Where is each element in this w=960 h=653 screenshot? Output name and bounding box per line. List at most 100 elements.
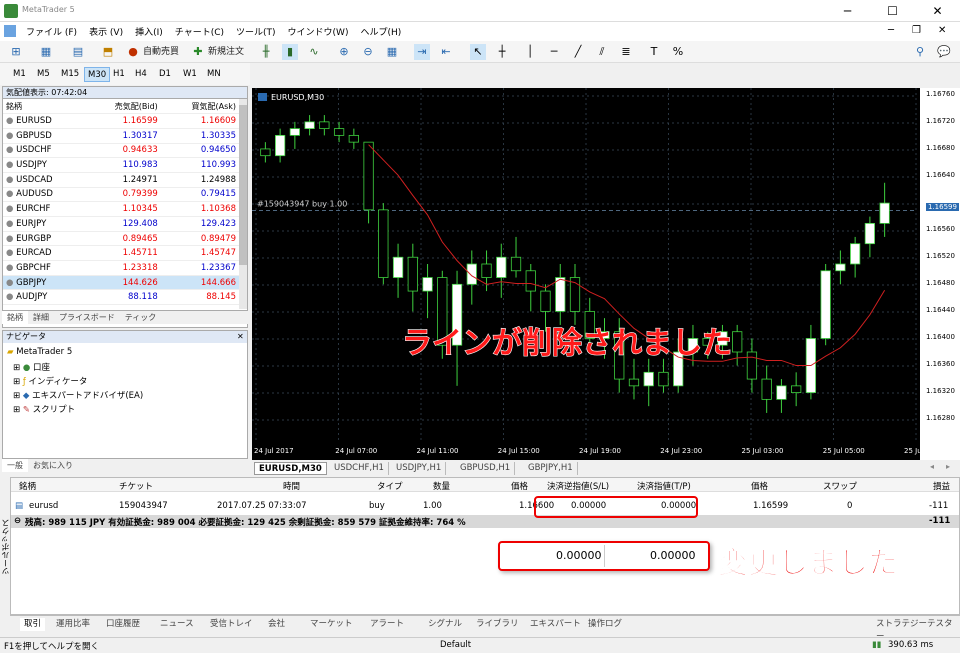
market-watch-row[interactable]: ● EURCAD 1.45711 1.45747 bbox=[3, 245, 239, 262]
timeframe-h4[interactable]: H4 bbox=[132, 67, 150, 82]
timeframe-m15[interactable]: M15 bbox=[58, 67, 82, 82]
col-header[interactable]: 価格 bbox=[751, 480, 768, 492]
market-watch-row[interactable]: ● USDJPY 110.983 110.993 bbox=[3, 157, 239, 173]
col-header[interactable]: 決済逆指値(S/L) bbox=[547, 480, 609, 492]
market-watch-icon[interactable]: ▤ bbox=[70, 44, 86, 60]
market-watch-row[interactable]: ● AUDJPY 88.118 88.145 bbox=[3, 289, 239, 306]
navigator-root[interactable]: ▰ MetaTrader 5 bbox=[7, 347, 72, 357]
line-chart-icon[interactable]: ∿ bbox=[306, 44, 322, 60]
market-watch-row[interactable]: ● EURUSD 1.16599 1.16609 bbox=[3, 113, 239, 129]
toolbox-tab[interactable]: 操作ログ bbox=[588, 618, 622, 631]
toolbox-tab[interactable]: 運用比率 bbox=[56, 618, 90, 631]
col-symbol[interactable]: 銘柄 bbox=[3, 99, 85, 115]
chart-tab[interactable]: USDCHF,H1 bbox=[330, 462, 389, 475]
col-ask[interactable]: 買気配(Ask) bbox=[160, 99, 239, 115]
market-watch-row[interactable]: ● EURJPY 129.408 129.423 bbox=[3, 216, 239, 232]
chat-icon[interactable]: 💬 bbox=[936, 44, 952, 60]
menu-view[interactable]: 表示 (V) bbox=[83, 22, 129, 38]
shapes-icon[interactable]: % bbox=[670, 44, 686, 60]
navigator-close-icon[interactable]: ✕ bbox=[237, 332, 244, 341]
crosshair-icon[interactable]: ┼ bbox=[494, 44, 510, 60]
profiles-icon[interactable]: ▦ bbox=[38, 44, 54, 60]
toolbox-tab[interactable]: アラート bbox=[370, 618, 404, 631]
market-watch-row[interactable]: ● EURGBP 0.89465 0.89479 bbox=[3, 231, 239, 247]
market-watch-row[interactable]: ● USDCHF 0.94633 0.94650 bbox=[3, 143, 239, 159]
toolbox-side-label[interactable]: ツールボックス bbox=[0, 477, 10, 617]
toolbox-tab[interactable]: ライブラリ bbox=[476, 618, 519, 631]
navigator-item-accounts[interactable]: ⊞ ● 口座 bbox=[13, 361, 50, 373]
col-header[interactable]: 時間 bbox=[283, 480, 300, 492]
chart-tabs-scroll-left-icon[interactable]: ◂ bbox=[930, 462, 934, 471]
price-chart[interactable]: #159043947 buy 1.00 EURUSD,M30 24 Jul 2017… bbox=[252, 88, 920, 460]
autoscroll-icon[interactable]: ⇤ bbox=[438, 44, 454, 60]
toolbox-tab[interactable]: エキスパート bbox=[530, 618, 581, 631]
tab-favorites[interactable]: お気に入り bbox=[28, 459, 78, 472]
toolbox-tab[interactable]: シグナル bbox=[428, 618, 462, 631]
chart-tab[interactable]: GBPJPY,H1 bbox=[524, 462, 578, 475]
toolbox-tab[interactable]: 会社 bbox=[268, 618, 285, 631]
toolbox-tab[interactable]: 受信トレイ bbox=[210, 618, 253, 631]
toolbox-tab[interactable]: マーケット bbox=[310, 618, 353, 631]
search-icon[interactable]: ⚲ bbox=[912, 44, 928, 60]
toolbox-tab[interactable]: 取引 bbox=[20, 618, 46, 631]
fibonacci-icon[interactable]: ≣ bbox=[618, 44, 634, 60]
close-button[interactable]: ✕ bbox=[915, 0, 960, 22]
horizontal-line-icon[interactable]: ─ bbox=[546, 44, 562, 60]
menu-insert[interactable]: 挿入(I) bbox=[129, 22, 169, 38]
market-watch-row[interactable]: ● GBPUSD 1.30317 1.30335 bbox=[3, 128, 239, 144]
data-window-icon[interactable]: ⬒ bbox=[100, 44, 116, 60]
new-chart-icon[interactable]: ⊞ bbox=[8, 44, 24, 60]
tab-details[interactable]: 詳細 bbox=[28, 311, 54, 324]
vertical-line-icon[interactable]: │ bbox=[522, 44, 538, 60]
market-watch-row[interactable]: ● AUDUSD 0.79399 0.79415 bbox=[3, 187, 239, 203]
mdi-close-button[interactable]: ✕ bbox=[938, 25, 946, 36]
navigator-item-experts[interactable]: ⊞ ◆ エキスパートアドバイザ(EA) bbox=[13, 389, 143, 401]
timeframe-m30[interactable]: M30 bbox=[84, 67, 111, 82]
chart-tab[interactable]: GBPUSD,H1 bbox=[456, 462, 516, 475]
tab-ticks[interactable]: ティック bbox=[120, 311, 162, 324]
tab-trading[interactable]: プライスボード bbox=[54, 311, 120, 324]
new-order-icon[interactable]: ✚ bbox=[190, 44, 206, 60]
menu-file[interactable]: ファイル (F) bbox=[20, 22, 83, 38]
col-header[interactable]: スワップ bbox=[823, 480, 857, 492]
timeframe-d1[interactable]: D1 bbox=[156, 67, 174, 82]
col-header[interactable]: 損益 bbox=[933, 480, 950, 492]
tab-general[interactable]: 一般 bbox=[2, 459, 28, 472]
maximize-button[interactable]: ☐ bbox=[870, 0, 915, 22]
toolbox-tab[interactable]: 口座履歴 bbox=[106, 618, 140, 631]
new-order-button[interactable]: 新規注文 bbox=[208, 44, 244, 60]
menu-window[interactable]: ウインドウ(W) bbox=[282, 22, 355, 38]
col-header[interactable]: 価格 bbox=[511, 480, 528, 492]
market-watch-row[interactable]: ● USDCAD 1.24971 1.24988 bbox=[3, 172, 239, 188]
col-bid[interactable]: 売気配(Bid) bbox=[84, 99, 161, 115]
timeframe-w1[interactable]: W1 bbox=[180, 67, 200, 82]
tab-symbols[interactable]: 銘柄 bbox=[2, 311, 28, 324]
chart-tab[interactable]: USDJPY,H1 bbox=[392, 462, 447, 475]
auto-trading-icon[interactable]: ● bbox=[125, 44, 141, 60]
auto-trading-button[interactable]: 自動売買 bbox=[143, 44, 179, 60]
text-icon[interactable]: T bbox=[646, 44, 662, 60]
col-header[interactable]: 数量 bbox=[433, 480, 450, 492]
timeframe-m5[interactable]: M5 bbox=[34, 67, 53, 82]
market-watch-row[interactable]: ● GBPJPY 144.626 144.666 bbox=[3, 275, 239, 291]
timeframe-m1[interactable]: M1 bbox=[10, 67, 29, 82]
chart-tabs-scroll-right-icon[interactable]: ▸ bbox=[946, 462, 950, 471]
tile-windows-icon[interactable]: ▦ bbox=[384, 44, 400, 60]
market-watch-scrollbar[interactable] bbox=[239, 99, 247, 309]
col-header[interactable]: 銘柄 bbox=[19, 480, 36, 492]
col-header[interactable]: タイプ bbox=[377, 480, 403, 492]
cursor-icon[interactable]: ↖ bbox=[470, 44, 486, 60]
menu-tools[interactable]: ツール(T) bbox=[230, 22, 282, 38]
minimize-button[interactable]: ─ bbox=[825, 0, 870, 22]
col-header[interactable]: チケット bbox=[119, 480, 153, 492]
zoom-out-icon[interactable]: ⊖ bbox=[360, 44, 376, 60]
navigator-item-scripts[interactable]: ⊞ ✎ スクリプト bbox=[13, 403, 75, 415]
chart-shift-icon[interactable]: ⇥ bbox=[414, 44, 430, 60]
candlestick-icon[interactable]: ▮ bbox=[282, 44, 298, 60]
channel-icon[interactable]: ⫽ bbox=[594, 44, 610, 60]
timeframe-mn[interactable]: MN bbox=[204, 67, 224, 82]
mdi-minimize-button[interactable]: ─ bbox=[888, 25, 894, 36]
menu-chart[interactable]: チャート(C) bbox=[169, 22, 230, 38]
trendline-icon[interactable]: ╱ bbox=[570, 44, 586, 60]
menu-help[interactable]: ヘルプ(H) bbox=[354, 22, 407, 38]
